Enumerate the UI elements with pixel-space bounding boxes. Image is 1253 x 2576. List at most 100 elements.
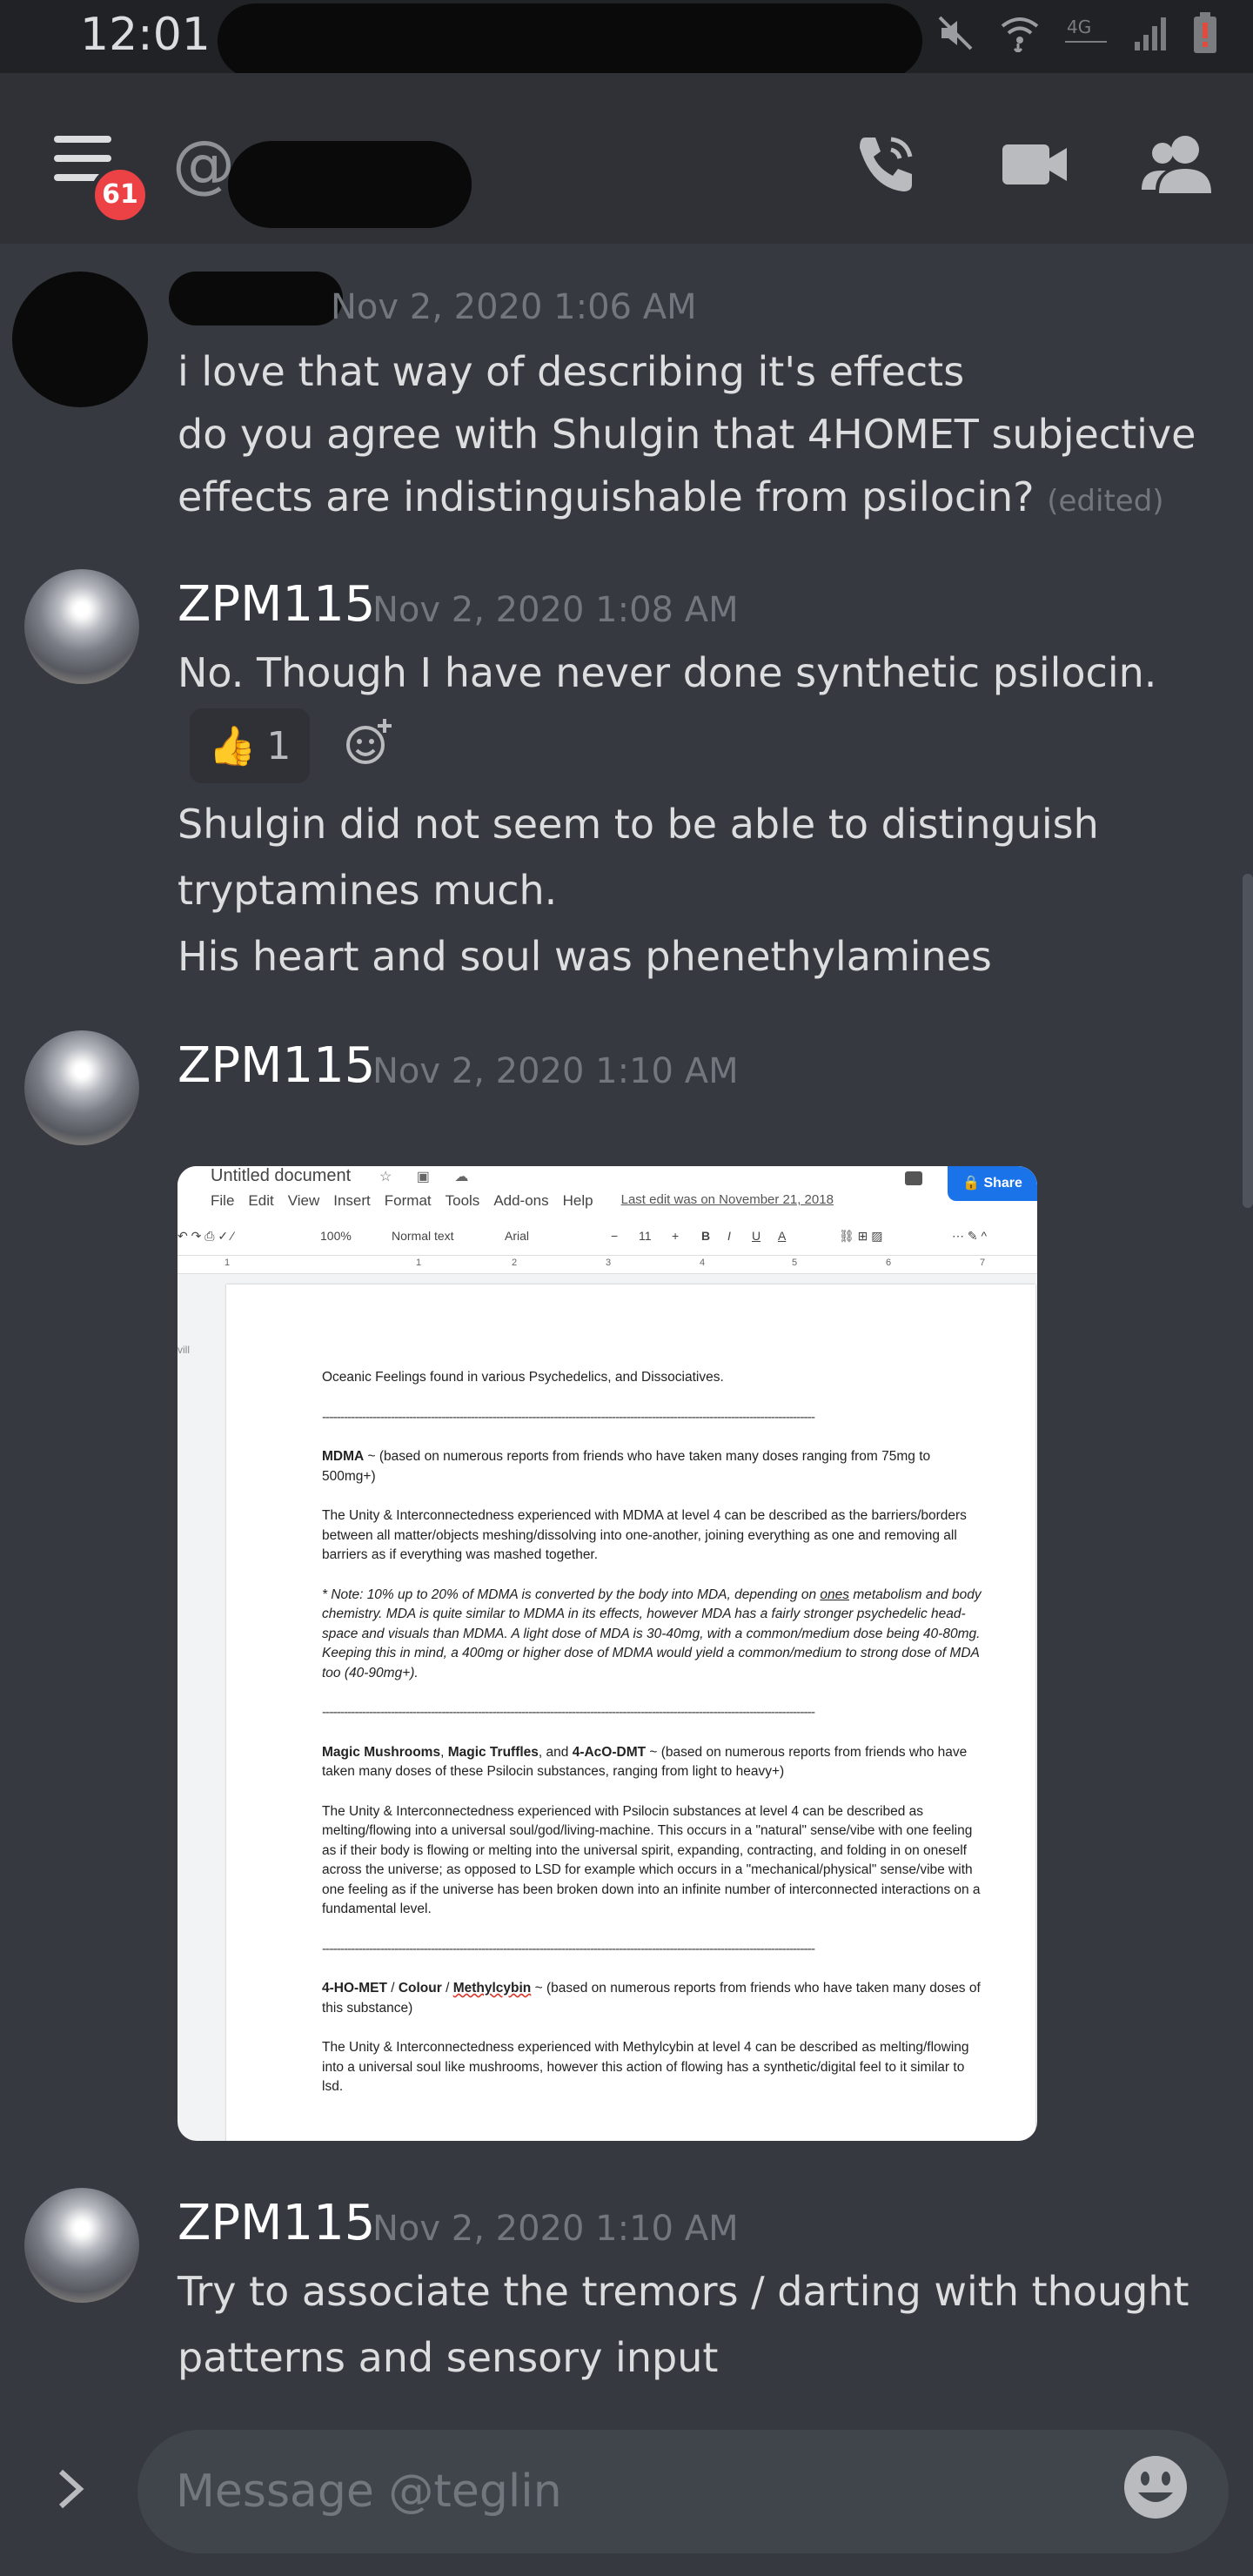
last-edit-link: Last edit was on November 21, 2018 (620, 1192, 834, 1207)
bold-icon: B (701, 1229, 711, 1243)
more-icons: ⋯ ✎ ^ (952, 1229, 988, 1243)
side-text: vill (178, 1344, 190, 1356)
doc-title: Untitled document (211, 1166, 352, 1185)
reaction-pill[interactable]: 👍 1 (190, 708, 310, 783)
doc-note: * Note: 10% up to 20% of MDMA is convert… (322, 1586, 983, 1684)
doc-paragraph: Magic Mushrooms, Magic Truffles, and 4-A… (322, 1743, 983, 1782)
ruler-tick: 5 (792, 1258, 798, 1268)
expand-actions-button[interactable] (54, 2463, 89, 2524)
doc-separator: ----------------------------------------… (322, 1705, 815, 1720)
doc-paragraph: The Unity & Interconnectedness experienc… (322, 2040, 969, 2094)
ruler-tick: 6 (886, 1258, 892, 1268)
doc-text: ones (820, 1587, 850, 1602)
video-call-button[interactable] (1001, 131, 1070, 200)
doc-paragraph: The Unity & Interconnectedness experienc… (322, 1803, 981, 1917)
message-text: tryptamines much. (178, 867, 558, 914)
redaction-block (228, 141, 472, 228)
font-select: Arial (505, 1229, 530, 1243)
doc-heading: Oceanic Feelings found in various Psyche… (322, 1370, 724, 1385)
member-list-button[interactable] (1140, 131, 1213, 200)
doc-text: / (386, 1981, 399, 1996)
ruler-tick: 4 (700, 1258, 706, 1268)
message-timestamp: Nov 2, 2020 1:08 AM (372, 590, 739, 630)
doc-bold: Methylcybin (452, 1981, 532, 1996)
message-timestamp: Nov 2, 2020 1:10 AM (372, 1051, 739, 1091)
scrollbar[interactable] (1243, 874, 1253, 1208)
menu-file: File (211, 1192, 235, 1209)
avatar[interactable] (24, 1030, 139, 1145)
ruler-tick: 2 (512, 1258, 518, 1268)
message-text: effects are indistinguishable from psilo… (178, 473, 1164, 520)
message-text: patterns and sensory input (178, 2334, 719, 2381)
at-icon: @ (172, 127, 235, 200)
avatar[interactable] (24, 2188, 139, 2303)
share-label: Share (983, 1176, 1022, 1191)
ruler-tick: 1 (416, 1258, 422, 1268)
battery-low-icon (1192, 12, 1218, 57)
text-color-icon: A (778, 1229, 787, 1243)
message-timestamp: Nov 2, 2020 1:10 AM (372, 2209, 739, 2249)
wifi-icon (999, 14, 1041, 56)
emoji-button[interactable] (1122, 2454, 1189, 2524)
comment-icon (905, 1171, 922, 1185)
doc-bold: 4-HO-MET (322, 1981, 387, 1996)
style-select: Normal text (392, 1229, 454, 1243)
doc-paragraph: The Unity & Interconnectedness experienc… (322, 1508, 967, 1562)
message-author[interactable]: ZPM115 (178, 2195, 375, 2251)
thumbs-up-icon: 👍 (208, 724, 257, 768)
svg-text:4G: 4G (1067, 17, 1091, 37)
add-reaction-button[interactable] (343, 717, 395, 773)
message-text: His heart and soul was phenethylamines (178, 933, 992, 980)
italic-icon: I (727, 1229, 731, 1243)
notification-badge: 61 (90, 165, 150, 225)
menu-help: Help (562, 1192, 593, 1209)
doc-paragraph: 4-HO-MET / Colour / Methylcybin ~ (based… (322, 1979, 983, 2018)
doc-bold: Magic Truffles (447, 1744, 539, 1760)
mute-icon (936, 14, 975, 56)
ruler-tick: 3 (606, 1258, 612, 1268)
redaction-block (218, 3, 922, 78)
doc-body: Oceanic Feelings found in various Psyche… (322, 1368, 983, 2117)
channel-header: 61 @ (0, 73, 1253, 244)
avatar[interactable] (24, 569, 139, 684)
message-author[interactable]: ZPM115 (178, 1037, 375, 1094)
doc-bold: Colour (398, 1981, 442, 1996)
ruler-tick: 7 (980, 1258, 986, 1268)
message-text: Try to associate the tremors / darting w… (178, 2268, 1189, 2315)
font-size-plus: + (672, 1229, 680, 1243)
menu-icon-bar (54, 155, 111, 162)
message-timestamp: Nov 2, 2020 1:06 AM (331, 287, 697, 327)
members-icon (1142, 136, 1211, 193)
menu-addons: Add-ons (493, 1192, 549, 1209)
menu-icon-bar (54, 136, 111, 143)
docs-toolbar: ↶ ↷ ⎙ ✓ ⁄ 100% Normal text Arial − 11 + … (178, 1220, 1037, 1255)
zoom-select: 100% (320, 1229, 352, 1243)
doc-page: Oceanic Feelings found in various Psyche… (226, 1285, 1035, 2141)
status-icons: 4G (936, 12, 1218, 57)
doc-bold: MDMA (322, 1449, 365, 1464)
doc-paragraph: MDMA ~ (based on numerous reports from f… (322, 1447, 983, 1486)
message-text: i love that way of describing it's effec… (178, 348, 965, 395)
doc-text: / (441, 1981, 453, 1996)
star-folder-cloud-icons: ☆ ▣ ☁ (379, 1170, 479, 1184)
edited-label: (edited) (1047, 484, 1164, 519)
message-author[interactable]: ZPM115 (178, 576, 375, 633)
menu-view: View (287, 1192, 320, 1209)
docs-menu: File Edit View Insert Format Tools Add-o… (211, 1192, 834, 1210)
message-input[interactable]: Message @teglin (137, 2430, 1229, 2553)
doc-text: , (440, 1744, 448, 1760)
undo-redo-icons: ↶ ↷ ⎙ ✓ ⁄ (178, 1229, 234, 1243)
voice-call-button[interactable] (853, 131, 919, 200)
menu-tools: Tools (445, 1192, 480, 1209)
font-size: 11 (639, 1229, 652, 1243)
docs-ruler: 1 1 2 3 4 5 6 7 (178, 1255, 1037, 1274)
chevron-right-icon (58, 2469, 84, 2509)
font-size-minus: − (611, 1229, 619, 1243)
doc-text: ~ (based on numerous reports from friend… (322, 1449, 931, 1484)
menu-insert: Insert (333, 1192, 371, 1209)
image-attachment[interactable]: Untitled document ☆ ▣ ☁ File Edit View I… (178, 1166, 1037, 2141)
phone-icon (860, 137, 913, 191)
author-redacted (169, 272, 343, 325)
message-text: No. Though I have never done synthetic p… (178, 649, 1157, 696)
status-time: 12:01 (80, 9, 211, 61)
